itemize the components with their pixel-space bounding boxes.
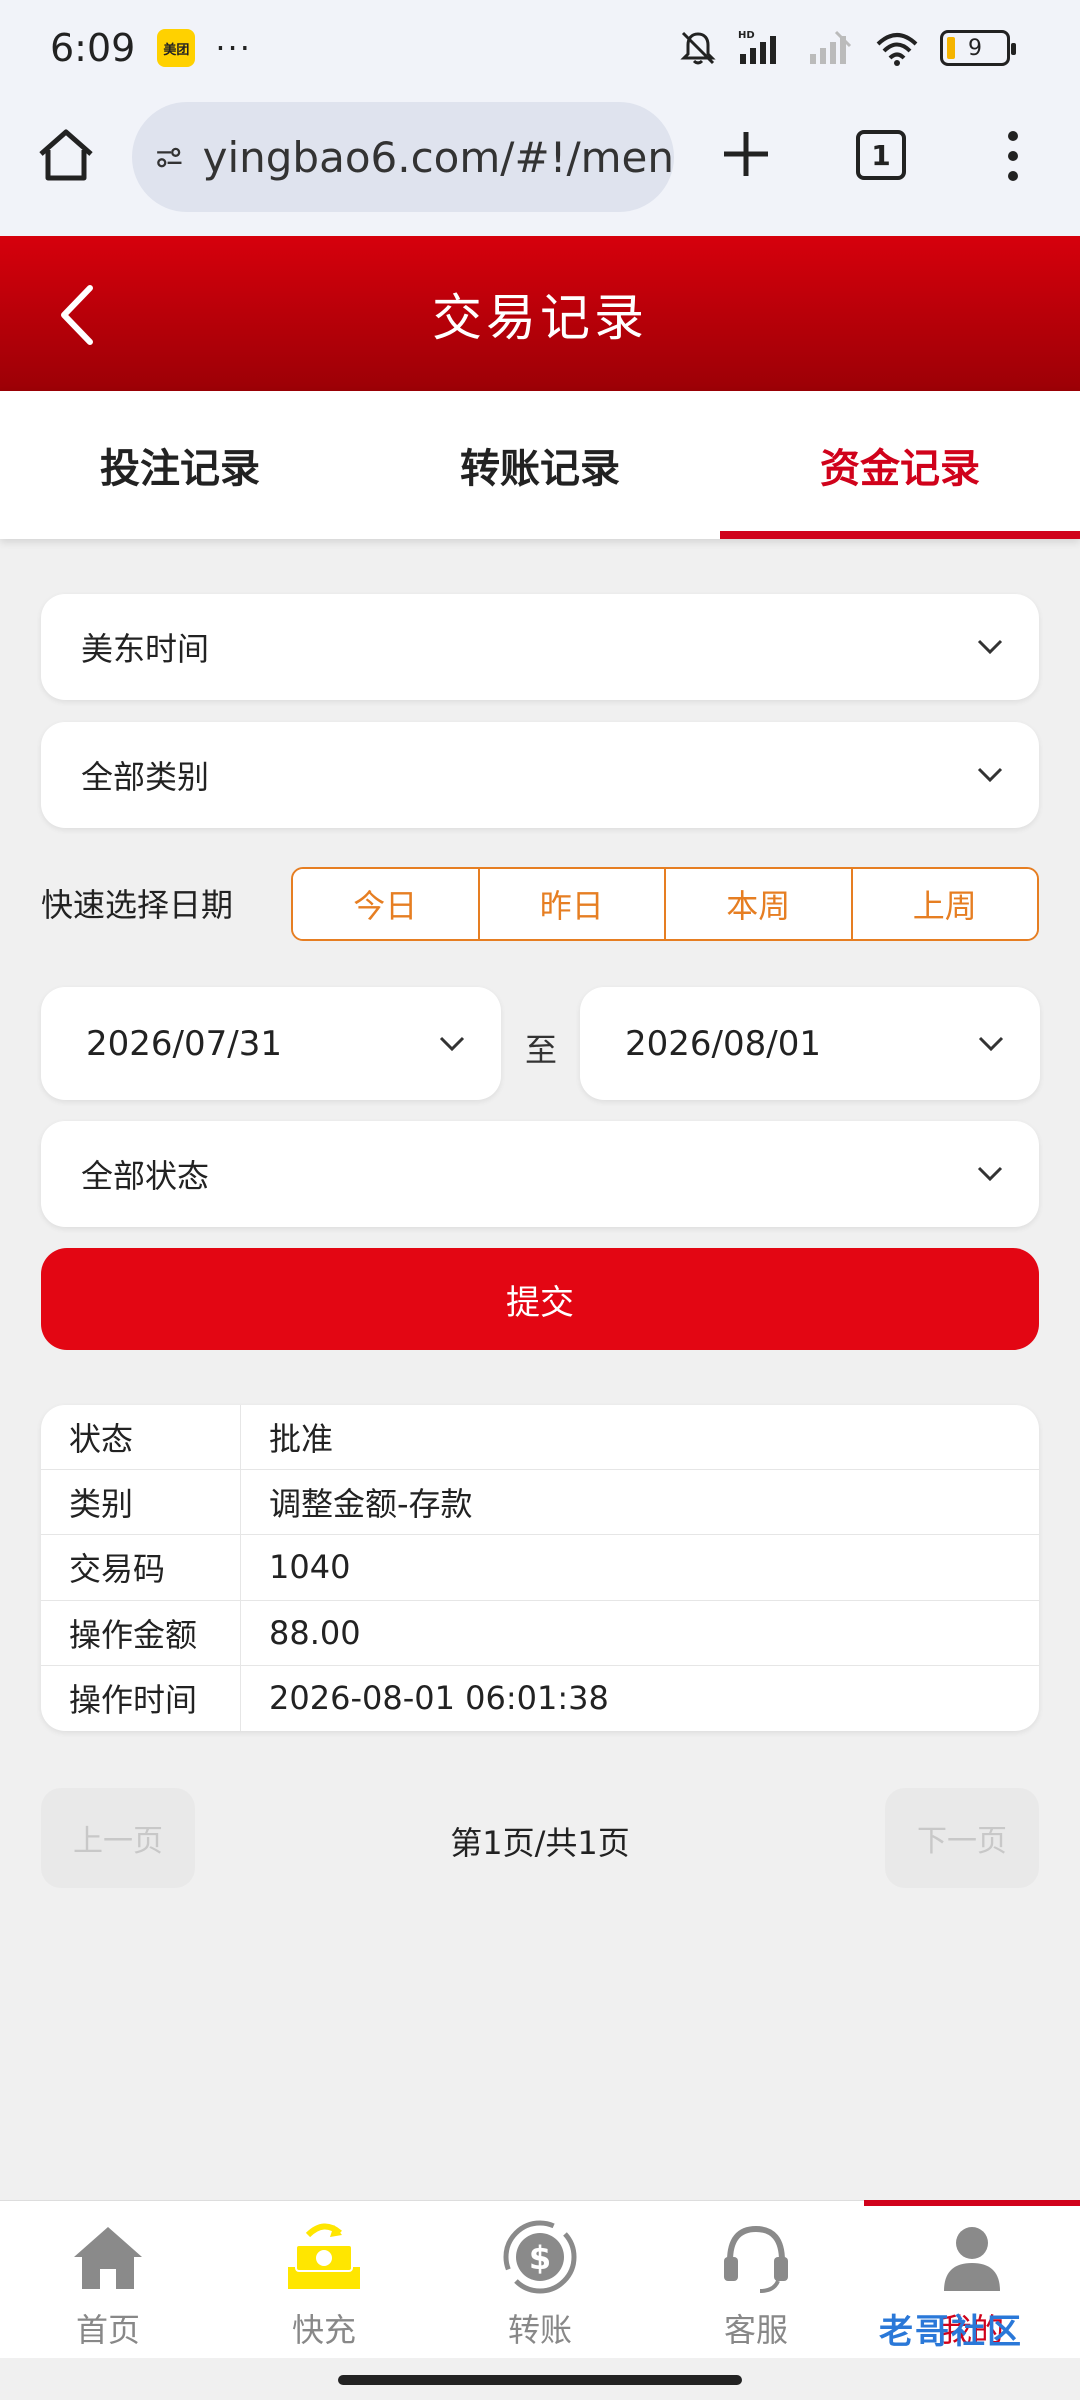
site-settings-icon[interactable] xyxy=(156,137,183,177)
meituan-app-icon: 美团 xyxy=(157,29,196,67)
home-indicator[interactable] xyxy=(338,2375,742,2385)
status-select[interactable]: 全部状态 xyxy=(41,1121,1039,1227)
record-row-category: 类别 调整金额-存款 xyxy=(41,1470,1039,1536)
transfer-icon: $ xyxy=(503,2220,577,2294)
record-key: 交易码 xyxy=(41,1535,241,1600)
home-icon xyxy=(74,2227,142,2289)
quick-today-button[interactable]: 今日 xyxy=(293,869,480,939)
svg-text:HD: HD xyxy=(738,30,755,41)
nav-label: 转账 xyxy=(507,2311,572,2349)
start-date-select[interactable]: 2026/07/31 xyxy=(41,987,501,1100)
category-value: 全部类别 xyxy=(81,758,210,796)
timezone-value: 美东时间 xyxy=(81,630,210,668)
chevron-down-icon xyxy=(977,767,1003,783)
record-key: 操作时间 xyxy=(41,1665,241,1731)
browser-menu-icon[interactable] xyxy=(998,126,1028,186)
svg-text:$: $ xyxy=(529,2239,551,2277)
quick-yesterday-button[interactable]: 昨日 xyxy=(479,869,666,939)
chevron-down-icon xyxy=(977,639,1003,655)
record-tabs: 投注记录 转账记录 资金记录 xyxy=(0,391,1080,539)
nav-label: 客服 xyxy=(723,2311,788,2349)
quick-this-week-button[interactable]: 本周 xyxy=(666,869,853,939)
record-row-time: 操作时间 2026-08-01 06:01:38 xyxy=(41,1665,1039,1731)
chevron-down-icon xyxy=(978,1036,1004,1051)
new-tab-icon[interactable] xyxy=(716,124,776,184)
record-value: 批准 xyxy=(269,1420,334,1459)
record-key: 操作金额 xyxy=(41,1600,241,1665)
chevron-down-icon xyxy=(439,1036,465,1051)
back-arrow-icon[interactable] xyxy=(50,280,110,350)
tab-bet-records[interactable]: 投注记录 xyxy=(0,391,360,539)
url-text[interactable]: yingbao6.com/#!/men xyxy=(203,133,674,182)
clock: 6:09 xyxy=(50,26,136,70)
page-header: 交易记录 xyxy=(0,236,1080,391)
quick-date-label: 快速选择日期 xyxy=(41,886,234,924)
next-page-button[interactable]: 下一页 xyxy=(885,1788,1039,1888)
record-row-status: 状态 批准 xyxy=(41,1405,1039,1471)
headset-icon xyxy=(724,2225,788,2293)
user-icon xyxy=(944,2227,1000,2291)
start-date-value: 2026/07/31 xyxy=(86,1023,282,1064)
submit-button[interactable]: 提交 xyxy=(41,1248,1039,1350)
timezone-select[interactable]: 美东时间 xyxy=(41,594,1039,700)
end-date-select[interactable]: 2026/08/01 xyxy=(580,987,1040,1100)
end-date-value: 2026/08/01 xyxy=(625,1023,821,1064)
tab-transfer-records[interactable]: 转账记录 xyxy=(360,391,720,539)
quick-date-group: 今日 昨日 本周 上周 xyxy=(291,867,1039,941)
nav-transfer[interactable]: $ 转账 xyxy=(432,2201,648,2358)
battery-icon: 9 xyxy=(940,30,1016,66)
record-value: 88.00 xyxy=(269,1613,361,1652)
more-notifications-icon: ··· xyxy=(215,29,252,67)
tab-fund-records[interactable]: 资金记录 xyxy=(720,391,1080,539)
browser-toolbar: yingbao6.com/#!/men 1 xyxy=(0,96,1080,236)
wifi-icon xyxy=(876,33,918,66)
page-title: 交易记录 xyxy=(432,288,648,347)
community-watermark-logo: 老哥社区 xyxy=(879,2311,1023,2352)
record-row-amount: 操作金额 88.00 xyxy=(41,1600,1039,1666)
nav-home[interactable]: 首页 xyxy=(0,2201,216,2358)
nav-recharge[interactable]: 快充 xyxy=(216,2201,432,2358)
record-key: 状态 xyxy=(41,1405,241,1470)
chevron-down-icon xyxy=(977,1166,1003,1182)
record-value: 2026-08-01 06:01:38 xyxy=(269,1679,609,1718)
address-bar[interactable]: yingbao6.com/#!/men xyxy=(132,102,674,212)
signal-hd-icon: HD xyxy=(738,30,776,64)
browser-home-icon[interactable] xyxy=(35,124,97,186)
fund-record-card: 状态 批准 类别 调整金额-存款 交易码 1040 操作金额 88.00 操作时… xyxy=(41,1405,1039,1731)
record-value: 调整金额-存款 xyxy=(269,1485,473,1524)
nav-label: 快充 xyxy=(291,2311,356,2349)
nav-customer-service[interactable]: 客服 xyxy=(648,2201,864,2358)
status-value: 全部状态 xyxy=(81,1157,210,1195)
category-select[interactable]: 全部类别 xyxy=(41,722,1039,828)
nav-label: 首页 xyxy=(75,2311,140,2349)
signal-weak-icon xyxy=(810,30,852,64)
mute-bell-icon xyxy=(680,31,716,65)
quick-last-week-button[interactable]: 上周 xyxy=(852,869,1037,939)
status-bar: 6:09 美团 ··· HD 9 xyxy=(0,0,1080,96)
tab-switcher-button[interactable]: 1 xyxy=(856,130,906,180)
recharge-icon xyxy=(288,2223,360,2289)
date-range-separator: 至 xyxy=(525,1031,558,1069)
record-value: 1040 xyxy=(269,1548,351,1587)
record-row-transaction-code: 交易码 1040 xyxy=(41,1535,1039,1601)
record-key: 类别 xyxy=(41,1470,241,1535)
